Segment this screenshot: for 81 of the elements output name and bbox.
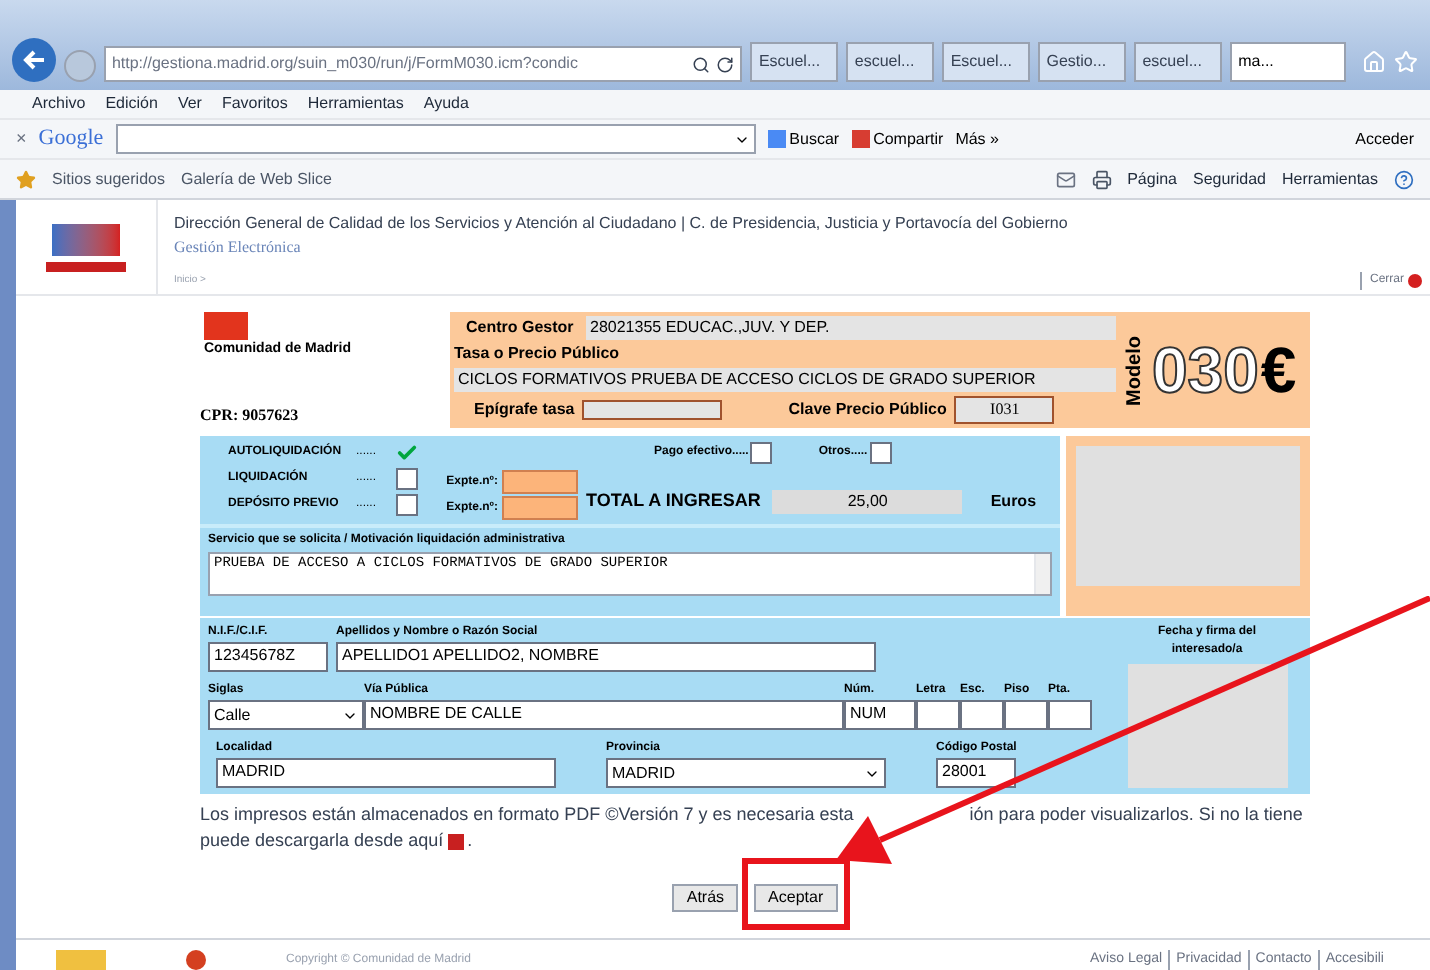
input-field[interactable]: MADRID	[216, 758, 556, 788]
expediente-field[interactable]	[502, 470, 578, 494]
menu-item[interactable]: Ver	[177, 92, 202, 116]
checkbox[interactable]	[396, 494, 418, 516]
address-text: http://gestiona.madrid.org/suin_m030/run/j/FormM030.icm?condic	[111, 52, 580, 76]
browser-tab[interactable]: Escuel...	[750, 42, 839, 82]
browser-tab[interactable]: escuel...	[1134, 42, 1223, 82]
sign-in-button[interactable]: Acceder	[1355, 127, 1414, 151]
select-value: Calle	[214, 703, 253, 727]
select-field[interactable]: MADRID	[606, 758, 886, 788]
header-title: Dirección General de Calidad de los Servicios y Atención al Ciudadano | C. de Presidencia, Justicia y Portavocía del Gobierno	[174, 212, 1070, 236]
favorites-link[interactable]: Galería de Web Slice	[180, 167, 332, 191]
input-field[interactable]: NUM	[844, 700, 916, 730]
modelo-label: Modelo	[1122, 335, 1148, 405]
browser-tab[interactable]: Escuel...	[942, 42, 1031, 82]
input-field[interactable]	[916, 700, 960, 730]
input-field[interactable]: APELLIDO1 APELLIDO2, NOMBRE	[336, 642, 876, 672]
back-arrow-icon	[21, 48, 46, 72]
checkbox[interactable]	[396, 468, 418, 490]
checkbox[interactable]	[869, 442, 892, 464]
print-icon[interactable]	[1091, 169, 1112, 189]
cpr-code: CPR: 9057623	[200, 404, 301, 428]
search-icon	[692, 55, 711, 73]
scrollbar[interactable]	[1034, 554, 1050, 594]
menu-item[interactable]: Favoritos	[221, 92, 288, 116]
field-label: Epígrafe tasa	[472, 398, 575, 422]
field-label: Tasa o Precio Público	[454, 342, 622, 366]
checkbox[interactable]	[750, 442, 773, 464]
favorites-link[interactable]: Sitios sugeridos	[52, 167, 165, 191]
form-button[interactable]: Aceptar	[754, 884, 838, 912]
euro-sign: €	[1260, 338, 1297, 402]
browser-tab[interactable]: ma...	[1230, 42, 1347, 82]
checkbox[interactable]	[396, 442, 418, 464]
input-field[interactable]	[1004, 700, 1048, 730]
notice-text: Los impresos están almacenados en formato PDF ©Versión 7 y es necesaria esta	[200, 802, 854, 828]
total-amount-field: 25,00	[772, 489, 963, 514]
header-subtitle: Gestión Electrónica	[174, 236, 303, 260]
notice-period: .	[467, 828, 473, 854]
star-icon[interactable]	[1394, 50, 1419, 74]
command-menu[interactable]: Seguridad	[1193, 167, 1266, 191]
input-field[interactable]	[1048, 700, 1092, 730]
input-field[interactable]: 12345678Z	[208, 642, 328, 672]
back-button[interactable]	[12, 38, 56, 82]
google-logo: Google	[38, 124, 104, 155]
check-icon	[396, 442, 418, 464]
address-field[interactable]: http://gestiona.madrid.org/suin_m030/run/j/FormM030.icm?condic	[103, 46, 743, 82]
menu-item[interactable]: Edición	[105, 92, 158, 116]
menu-item[interactable]: Ayuda	[423, 92, 469, 116]
close-toolbar-button[interactable]: ×	[16, 125, 27, 153]
select-field[interactable]: Calle	[208, 700, 364, 730]
search-button[interactable]: Buscar	[767, 127, 840, 151]
more-button[interactable]: Más »	[955, 127, 999, 151]
favorites-star-icon[interactable]	[16, 169, 36, 189]
notice-text: ión para poder visualizarlos. Si no la tiene	[969, 802, 1303, 828]
browser-tab[interactable]: Gestio...	[1038, 42, 1127, 82]
help-icon[interactable]	[1394, 169, 1414, 189]
menu-item[interactable]: Herramientas	[307, 92, 404, 116]
tasa-field: CICLOS FORMATIVOS PRUEBA DE ACCESO CICLOS DE GRADO SUPERIOR	[454, 368, 1116, 392]
notice-text: puede descargarla desde aquí	[200, 828, 444, 854]
input-field[interactable]	[960, 700, 1004, 730]
refresh-icon[interactable]	[716, 55, 735, 73]
command-menu[interactable]: Página	[1127, 167, 1177, 191]
input-field[interactable]: 28001	[936, 758, 1016, 788]
clave-field: I031	[954, 396, 1055, 424]
select-value: MADRID	[612, 761, 678, 785]
epigrafe-field	[582, 400, 723, 420]
currency-label: Euros	[990, 489, 1037, 514]
browser-tab[interactable]: escuel...	[846, 42, 935, 82]
form-button[interactable]: Atrás	[672, 884, 739, 912]
field-label: Clave Precio Público	[788, 398, 947, 422]
total-label: TOTAL A INGRESAR	[586, 488, 761, 514]
modelo-number: 030	[1152, 338, 1259, 402]
input-field[interactable]: NOMBRE DE CALLE	[364, 700, 844, 730]
centro-gestor-field: 28021355 EDUCAC.,JUV. Y DEP.	[586, 316, 1116, 340]
menu-item[interactable]: Archivo	[32, 92, 86, 116]
share-button[interactable]: Compartir	[851, 127, 944, 151]
google-search-field[interactable]	[115, 124, 756, 154]
command-menu[interactable]: Herramientas	[1281, 167, 1378, 191]
field-label: Centro Gestor	[464, 316, 576, 340]
mail-icon[interactable]	[1055, 169, 1076, 189]
expediente-field[interactable]	[502, 496, 578, 520]
